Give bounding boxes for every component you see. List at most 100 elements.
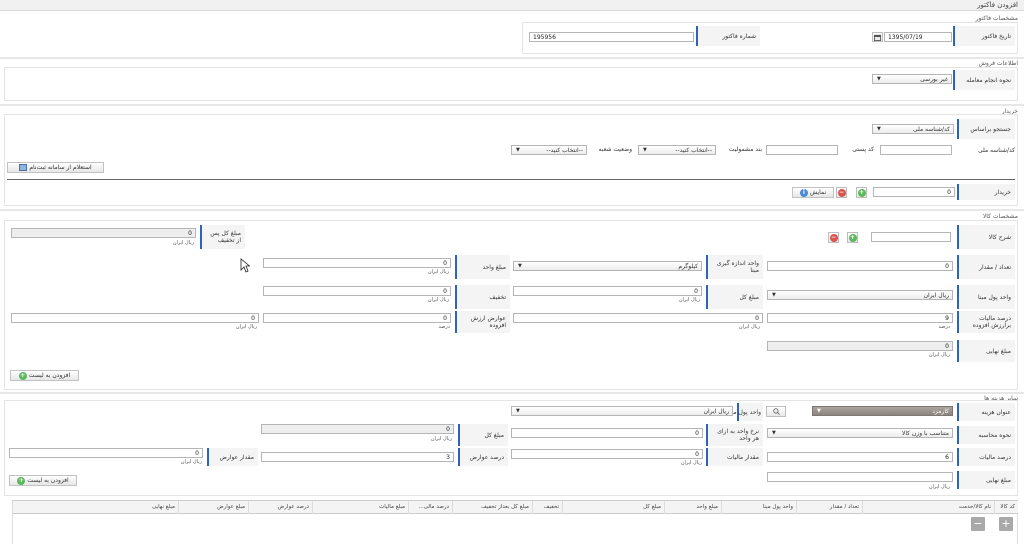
other-total-label: مبلغ کل xyxy=(458,424,508,446)
col-tax-percent[interactable]: درصد مالی... xyxy=(408,501,452,514)
add-goods-to-list-label: افزودن به لیست xyxy=(28,372,71,379)
add-row-button[interactable]: + xyxy=(999,517,1013,531)
branch-status-label: وضعیت شعبه xyxy=(598,146,632,153)
col-tax-amount[interactable]: مبلغ مالیات xyxy=(312,501,408,514)
measure-unit-value: کیلوگرم xyxy=(678,263,698,270)
unit-amount-input[interactable]: 0 xyxy=(263,258,451,268)
items-table-body xyxy=(12,514,1018,544)
page-title: افزودن فاکتور xyxy=(977,1,1018,9)
goods-desc-input[interactable] xyxy=(871,232,951,242)
other-final-input[interactable] xyxy=(767,472,953,482)
rial-unit: ریال ایران xyxy=(680,460,702,466)
other-final-label: مبلغ نهایی xyxy=(957,471,1015,489)
tax-amount-input[interactable]: 0 xyxy=(511,449,703,459)
plus-icon: + xyxy=(857,188,866,197)
items-table-header: کد کالا نام کالا/خدمت تعداد / مقدار واحد… xyxy=(12,500,1018,514)
chevron-down-icon: ▼ xyxy=(518,263,522,269)
duty-percent-label: درصد عوارض xyxy=(458,448,508,466)
info-icon: i xyxy=(799,188,808,197)
col-goods-name[interactable]: نام کالا/خدمت xyxy=(862,501,994,514)
col-quantity[interactable]: تعداد / مقدار xyxy=(796,501,862,514)
sales-panel xyxy=(4,67,1018,101)
deal-method-label: نحوه انجام معامله xyxy=(953,70,1015,90)
remove-goods-button[interactable]: − xyxy=(828,232,839,243)
final-amount-input: 0 xyxy=(767,341,953,351)
other-total-input: 0 xyxy=(261,424,454,434)
col-currency[interactable]: واحد پول مبنا xyxy=(721,501,796,514)
add-goods-button[interactable]: + xyxy=(847,232,858,243)
duty-percent-input[interactable]: 3 xyxy=(261,452,454,462)
col-discount[interactable]: تخفیف xyxy=(532,501,562,514)
invoice-section-title: مشخصات فاکتور xyxy=(975,15,1018,22)
search-by-select[interactable]: کد/شناسه ملی ▼ xyxy=(872,124,954,134)
col-duty-percent[interactable]: درصد عوارض xyxy=(248,501,312,514)
vat-duty-amount-input[interactable]: 0 xyxy=(11,313,259,323)
vat-duty-percent-input[interactable]: 0 xyxy=(513,313,763,323)
tax-percent-input[interactable]: 6 xyxy=(767,452,953,462)
registry-inquiry-label: استعلام از سامانه ثبت‌نام xyxy=(29,164,92,171)
other-currency-select[interactable]: ریال ایران ▼ xyxy=(511,406,733,416)
calendar-button[interactable] xyxy=(872,32,883,42)
invoice-number-input[interactable]: 195956 xyxy=(529,32,694,42)
taxable-clause-value: --انتخاب کنید-- xyxy=(675,147,712,154)
mouse-cursor-icon xyxy=(240,258,250,273)
col-total[interactable]: مبلغ کل xyxy=(562,501,664,514)
separator xyxy=(0,392,1024,394)
discount-input[interactable]: 0 xyxy=(263,286,451,296)
rial-unit: ریال ایران xyxy=(427,269,449,275)
plus-icon: + xyxy=(848,233,857,242)
qty-input[interactable]: 0 xyxy=(767,261,953,271)
col-goods-code[interactable]: کد کالا xyxy=(994,501,1018,514)
calc-method-select[interactable]: متناسب با وزن کالا ▼ xyxy=(767,428,953,438)
show-buyer-button[interactable]: نمایش i xyxy=(792,187,834,198)
postal-code-input[interactable] xyxy=(766,145,838,155)
rial-unit: ریال ایران xyxy=(172,240,194,246)
chevron-down-icon: ▼ xyxy=(877,76,881,82)
calc-method-value: متناسب با وزن کالا xyxy=(901,430,949,437)
chevron-down-icon: ▼ xyxy=(516,147,520,153)
rial-unit: ریال ایران xyxy=(427,297,449,303)
plus-icon: + xyxy=(17,476,26,485)
rial-unit: ریال ایران xyxy=(180,459,202,465)
col-final-amount[interactable]: مبلغ نهایی xyxy=(12,501,178,514)
col-unit-amount[interactable]: مبلغ واحد xyxy=(664,501,721,514)
buyer-input[interactable]: 0 xyxy=(873,187,955,197)
search-by-label: جستجو براساس xyxy=(957,119,1015,139)
branch-status-select[interactable]: --انتخاب کنید-- ▼ xyxy=(511,145,587,155)
chevron-down-icon: ▼ xyxy=(516,408,520,414)
cost-title-value: کارمزد xyxy=(932,408,949,415)
registry-inquiry-button[interactable]: استعلام از سامانه ثبت‌نام xyxy=(7,162,104,173)
vat-duty-input[interactable]: 0 xyxy=(263,313,451,323)
taxable-clause-select[interactable]: --انتخاب کنید-- ▼ xyxy=(638,145,716,155)
national-id-label: کد/شناسه ملی xyxy=(977,147,1015,154)
percent-unit: درصد xyxy=(938,324,950,330)
duty-amount-input[interactable]: 0 xyxy=(9,448,203,458)
remove-buyer-button[interactable]: − xyxy=(836,187,847,198)
add-goods-to-list-button[interactable]: افزودن به لیست + xyxy=(10,370,79,381)
vat-percent-input[interactable]: 9 xyxy=(767,313,953,323)
id-card-icon xyxy=(19,164,28,171)
total-amount-input[interactable]: 0 xyxy=(513,286,702,296)
other-currency-label: واحد پول مبنا xyxy=(728,403,763,421)
cost-title-select[interactable]: کارمزد ▼ xyxy=(812,406,953,416)
rate-per-unit-input[interactable]: 0 xyxy=(511,428,703,438)
calendar-icon xyxy=(874,34,881,41)
add-cost-to-list-button[interactable]: افزودن به لیست + xyxy=(9,475,77,486)
add-buyer-button[interactable]: + xyxy=(856,187,867,198)
calc-method-label: نحوه محاسبه xyxy=(957,426,1015,444)
deal-method-select[interactable]: غیر بورسی ▼ xyxy=(872,74,952,84)
search-cost-button[interactable] xyxy=(766,406,786,417)
invoice-date-input[interactable]: 1395/07/19 xyxy=(884,32,952,42)
national-id-input[interactable] xyxy=(880,145,952,155)
tax-amount-label: مقدار مالیات xyxy=(706,448,763,466)
measure-unit-select[interactable]: کیلوگرم ▼ xyxy=(513,261,702,271)
remove-row-button[interactable]: − xyxy=(971,517,985,531)
minus-icon: − xyxy=(829,233,838,242)
col-after-discount[interactable]: مبلغ کل بعداز تخفیف xyxy=(452,501,532,514)
col-duty-amount[interactable]: مبلغ عوارض xyxy=(178,501,248,514)
postal-code-label: کد پستی xyxy=(852,146,874,153)
rial-unit: ریال ایران xyxy=(430,436,452,442)
currency-select[interactable]: ریال ایران ▼ xyxy=(767,290,953,300)
cost-title-label: عنوان هزینه xyxy=(957,403,1015,421)
separator xyxy=(0,57,1024,59)
